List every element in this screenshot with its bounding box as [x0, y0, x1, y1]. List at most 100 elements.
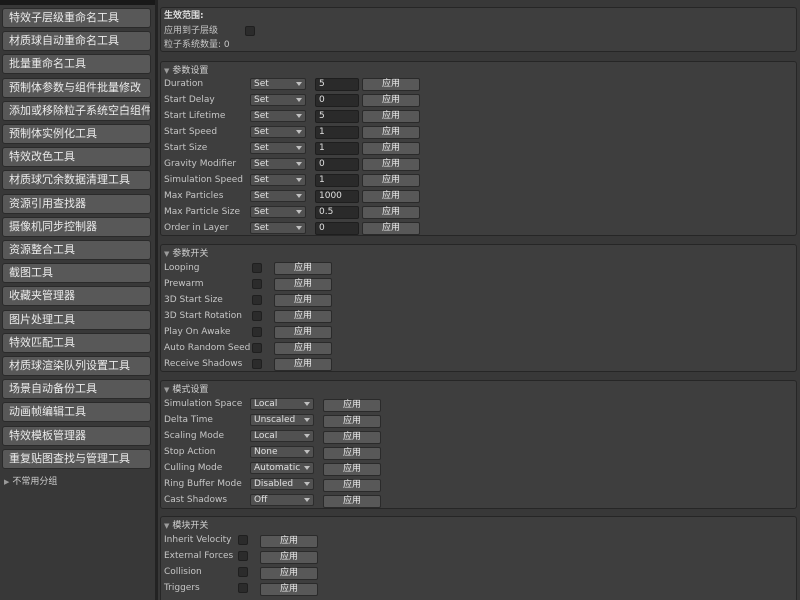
tool-button[interactable]: 特效子层级重命名工具 [2, 8, 151, 28]
chevron-down-icon [296, 178, 302, 182]
apply-button[interactable]: 应用 [362, 110, 420, 123]
apply-button[interactable]: 应用 [362, 174, 420, 187]
tool-button[interactable]: 资源整合工具 [2, 240, 151, 260]
apply-button[interactable]: 应用 [260, 583, 318, 596]
apply-children-checkbox[interactable] [245, 26, 255, 36]
param-value-input[interactable]: 0.5 [315, 206, 359, 219]
chevron-down-icon [296, 130, 302, 134]
mode-dropdown[interactable]: Disabled [250, 478, 314, 490]
apply-button[interactable]: 应用 [260, 535, 318, 548]
mode-dropdown[interactable]: Automatic [250, 462, 314, 474]
apply-button[interactable]: 应用 [274, 342, 332, 355]
apply-button[interactable]: 应用 [274, 310, 332, 323]
mode-dropdown[interactable]: Local [250, 398, 314, 410]
param-mode-dropdown[interactable]: Set [250, 174, 306, 186]
apply-button[interactable]: 应用 [323, 415, 381, 428]
apply-button[interactable]: 应用 [274, 262, 332, 275]
param-value-input[interactable]: 1 [315, 126, 359, 139]
tool-button[interactable]: 预制体实例化工具 [2, 124, 151, 144]
switch-checkbox[interactable] [252, 279, 262, 289]
tool-button[interactable]: 预制体参数与组件批量修改 [2, 77, 151, 98]
tool-button[interactable]: 动画帧编辑工具 [2, 402, 151, 423]
tool-button[interactable]: 重复贴图查找与管理工具 [2, 448, 151, 469]
param-value-input[interactable]: 1 [315, 142, 359, 155]
apply-button[interactable]: 应用 [362, 142, 420, 155]
mode-value: Local [254, 399, 278, 409]
apply-button[interactable]: 应用 [362, 206, 420, 219]
tool-button[interactable]: 收藏夹管理器 [2, 286, 151, 307]
apply-button[interactable]: 应用 [323, 431, 381, 444]
param-mode-dropdown[interactable]: Set [250, 190, 306, 202]
params-header[interactable]: ▼ 参数设置 [164, 63, 208, 76]
tool-button[interactable]: 场景自动备份工具 [2, 379, 151, 400]
tool-button[interactable]: 摄像机同步控制器 [2, 216, 151, 237]
modes-header[interactable]: ▼ 模式设置 [164, 382, 208, 395]
module-checkbox[interactable] [238, 551, 248, 561]
param-mode-dropdown[interactable]: Set [250, 142, 306, 154]
tool-button[interactable]: 添加或移除粒子系统空白组件 [2, 100, 151, 121]
splitter[interactable] [155, 0, 158, 600]
mode-dropdown[interactable]: Unscaled [250, 414, 314, 426]
param-mode-dropdown[interactable]: Set [250, 206, 306, 218]
switch-checkbox[interactable] [252, 359, 262, 369]
switch-checkbox[interactable] [252, 263, 262, 273]
param-value-input[interactable]: 5 [315, 78, 359, 91]
module-checkbox[interactable] [238, 583, 248, 593]
modules-header[interactable]: ▼ 模块开关 [164, 518, 208, 531]
param-value-input[interactable]: 0 [315, 222, 359, 235]
apply-button[interactable]: 应用 [274, 294, 332, 307]
param-value-input[interactable]: 5 [315, 110, 359, 123]
param-value-input[interactable]: 1000 [315, 190, 359, 203]
mode-value: Unscaled [254, 415, 296, 425]
switch-checkbox[interactable] [252, 327, 262, 337]
apply-button[interactable]: 应用 [260, 551, 318, 564]
module-checkbox[interactable] [238, 567, 248, 577]
switch-checkbox[interactable] [252, 311, 262, 321]
param-mode-dropdown[interactable]: Set [250, 94, 306, 106]
param-mode-dropdown[interactable]: Set [250, 158, 306, 170]
apply-button[interactable]: 应用 [274, 278, 332, 291]
tool-button[interactable]: 材质球自动重命名工具 [2, 31, 151, 52]
tool-button[interactable]: 特效改色工具 [2, 147, 151, 168]
tool-button[interactable]: 截图工具 [2, 263, 151, 284]
param-value-input[interactable]: 1 [315, 174, 359, 187]
mode-label: Delta Time [164, 415, 213, 425]
tool-button[interactable]: 图片处理工具 [2, 309, 151, 330]
param-mode-dropdown[interactable]: Set [250, 110, 306, 122]
param-value-input[interactable]: 0 [315, 94, 359, 107]
apply-button[interactable]: 应用 [274, 358, 332, 371]
mode-dropdown[interactable]: None [250, 446, 314, 458]
apply-button[interactable]: 应用 [362, 94, 420, 107]
apply-button[interactable]: 应用 [362, 126, 420, 139]
tool-button[interactable]: 批量重命名工具 [2, 54, 151, 75]
param-mode-dropdown[interactable]: Set [250, 78, 306, 90]
mode-dropdown[interactable]: Local [250, 430, 314, 442]
tool-button[interactable]: 特效模板管理器 [2, 425, 151, 446]
apply-button[interactable]: 应用 [323, 463, 381, 476]
switch-checkbox[interactable] [252, 295, 262, 305]
modules-title: 模块开关 [172, 521, 209, 531]
apply-button[interactable]: 应用 [362, 190, 420, 203]
apply-button[interactable]: 应用 [323, 447, 381, 460]
param-value-input[interactable]: 0 [315, 158, 359, 171]
tool-button[interactable]: 材质球渲染队列设置工具 [2, 356, 151, 376]
tool-button[interactable]: 材质球冗余数据清理工具 [2, 170, 151, 191]
apply-button[interactable]: 应用 [323, 495, 381, 508]
apply-button[interactable]: 应用 [323, 399, 381, 412]
tool-button[interactable]: 特效匹配工具 [2, 332, 151, 353]
apply-button[interactable]: 应用 [362, 78, 420, 91]
switch-label: Looping [164, 263, 200, 273]
tool-button[interactable]: 资源引用查找器 [2, 193, 151, 214]
apply-button[interactable]: 应用 [362, 222, 420, 235]
apply-button[interactable]: 应用 [323, 479, 381, 492]
apply-button[interactable]: 应用 [260, 567, 318, 580]
apply-button[interactable]: 应用 [362, 158, 420, 171]
switches-header[interactable]: ▼ 参数开关 [164, 246, 208, 259]
param-mode-dropdown[interactable]: Set [250, 222, 306, 234]
switch-checkbox[interactable] [252, 343, 262, 353]
apply-button[interactable]: 应用 [274, 326, 332, 339]
unused-group-toggle[interactable]: ▶ 不常用分组 [4, 474, 57, 487]
param-mode-dropdown[interactable]: Set [250, 126, 306, 138]
module-checkbox[interactable] [238, 535, 248, 545]
mode-dropdown[interactable]: Off [250, 494, 314, 506]
